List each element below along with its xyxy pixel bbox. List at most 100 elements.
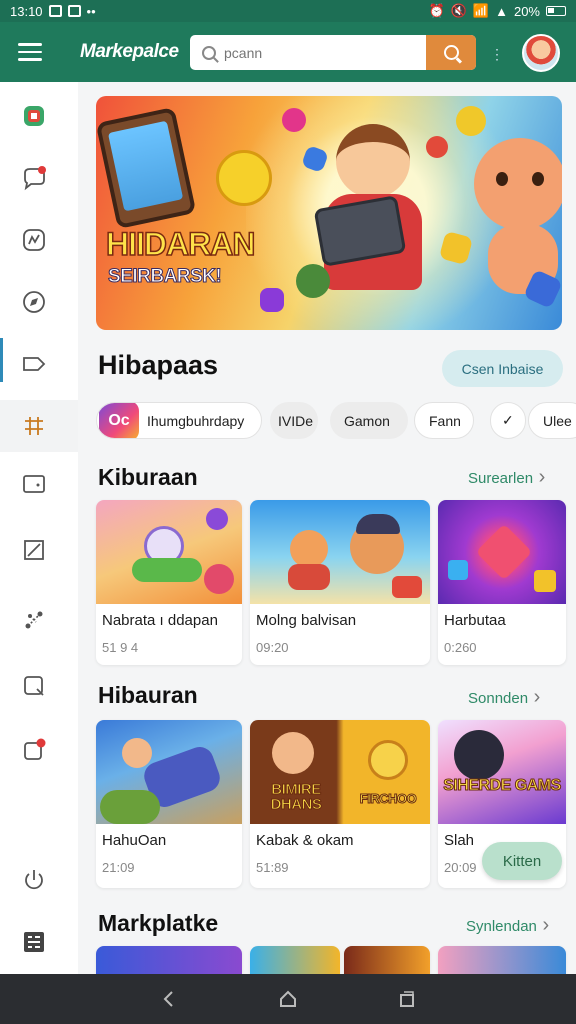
status-bar: 13:10 •• ⏰ 🔇 📶 ▲ 20% <box>0 0 576 22</box>
game-thumbnail <box>96 946 242 974</box>
game-thumbnail <box>250 946 340 974</box>
sidebar <box>0 82 78 974</box>
app-title: Markepalce <box>80 41 179 62</box>
chip-category[interactable]: Ulee <box>528 402 576 439</box>
sidebar-item-tags[interactable] <box>14 344 54 384</box>
sidebar-item-categories[interactable] <box>14 406 54 446</box>
hero-banner[interactable]: HIIDARAN SEIRBARSK! <box>96 96 562 330</box>
game-card[interactable]: Nabrata ı ddapan 51 9 4 <box>96 500 242 665</box>
hero-subtitle: SEIRBARSK! <box>107 266 222 288</box>
game-thumbnail <box>438 946 566 974</box>
sidebar-item-edit[interactable] <box>14 530 54 570</box>
mute-icon: 🔇 <box>450 3 467 18</box>
game-card[interactable]: Molng balvisan 09:20 <box>250 500 430 665</box>
game-card[interactable] <box>438 946 566 974</box>
chip-check[interactable]: ✓ <box>490 402 526 439</box>
more-options-icon[interactable]: ⋮ <box>490 46 504 63</box>
more-notifications-icon: •• <box>86 3 96 19</box>
game-meta: 21:09 <box>102 860 135 875</box>
game-thumbnail <box>250 500 430 604</box>
chick-character <box>216 150 272 206</box>
sidebar-active-indicator <box>0 338 3 382</box>
grid-icon <box>25 417 43 435</box>
row-see-more-link[interactable]: Synlendan <box>466 914 549 937</box>
tag-icon <box>23 357 46 371</box>
battery-icon <box>546 6 566 16</box>
sidebar-item-wallet[interactable] <box>14 464 54 504</box>
home-icon <box>279 990 296 1007</box>
thumbnail-text: FIRCHOO <box>359 791 417 806</box>
menu-icon <box>18 43 42 46</box>
back-button[interactable] <box>154 984 184 1014</box>
menu-button[interactable] <box>18 35 52 69</box>
game-card[interactable]: HahuOan 21:09 <box>96 720 242 888</box>
sidebar-item-explore[interactable] <box>14 282 54 322</box>
sidebar-item-notifications[interactable] <box>14 730 54 770</box>
chip-category[interactable]: Gamon <box>330 402 408 439</box>
game-card[interactable] <box>250 946 340 974</box>
game-meta: 51:89 <box>256 860 289 875</box>
game-name: Harbutaa <box>444 612 506 629</box>
game-meta: 51 9 4 <box>102 640 139 655</box>
game-card[interactable] <box>344 946 430 974</box>
row-see-more-link[interactable]: Sonnden <box>468 686 540 709</box>
section-title: Hibapaas <box>98 350 219 380</box>
row-title: Kiburaan <box>98 464 198 490</box>
thumbnail-text: SIHERDE GAMS <box>443 777 562 794</box>
compass-icon <box>23 291 45 313</box>
power-icon <box>25 870 43 890</box>
search-input[interactable] <box>224 44 434 61</box>
sidebar-item-bookmark[interactable] <box>14 666 54 706</box>
share-icon <box>25 611 43 629</box>
app-bar: Markepalce ⋮ <box>0 22 576 82</box>
recents-icon <box>399 991 414 1007</box>
store-icon <box>24 106 44 126</box>
chip-category[interactable]: Oc Ihumgbuhrdapy <box>96 402 262 439</box>
game-meta: 09:20 <box>256 640 289 655</box>
sidebar-item-chat[interactable] <box>14 158 54 198</box>
chip-category[interactable]: Fann <box>414 402 474 439</box>
gallery-notification-icon <box>48 5 62 17</box>
battery-percent: 20% <box>513 3 540 19</box>
game-name: Kabak & okam <box>256 832 354 849</box>
game-name: HahuOan <box>102 832 167 849</box>
game-thumbnail <box>438 500 566 604</box>
wallet-icon <box>23 475 45 493</box>
game-name: Molng balvisan <box>256 612 357 629</box>
game-card[interactable]: BIMIRE DHANS FIRCHOO Kabak & okam 51:89 <box>250 720 430 888</box>
sidebar-item-qr[interactable] <box>14 922 54 962</box>
recents-button[interactable] <box>392 984 422 1014</box>
thumbnail-text: BIMIRE DHANS <box>270 781 322 813</box>
game-name: Nabrata ı ddapan <box>102 612 218 629</box>
hero-title: HIIDARAN <box>105 225 256 263</box>
floating-action-button[interactable]: Kitten <box>482 842 562 880</box>
sidebar-item-share[interactable] <box>14 600 54 640</box>
alarm-icon: ⏰ <box>428 3 445 18</box>
sidebar-item-store[interactable] <box>14 96 54 136</box>
sidebar-item-power[interactable] <box>14 860 54 900</box>
kid-character <box>336 124 410 198</box>
signal-icon: ▲ <box>495 3 508 19</box>
see-all-button[interactable]: Csen Inbaise <box>442 350 563 387</box>
game-thumbnail: SIHERDE GAMS <box>438 720 566 824</box>
game-name: Slah <box>444 832 475 849</box>
edit-icon <box>24 540 44 560</box>
sidebar-item-analytics[interactable] <box>14 220 54 260</box>
chat-icon <box>24 166 46 191</box>
row-see-more-link[interactable]: Surearlen <box>468 466 545 489</box>
home-button[interactable] <box>273 984 303 1014</box>
bookmark-icon <box>24 676 44 696</box>
game-thumbnail <box>96 720 242 824</box>
search-bar[interactable] <box>190 35 476 70</box>
game-meta: 0:260 <box>444 640 477 655</box>
game-card[interactable]: Harbutaa 0:260 <box>438 500 566 665</box>
category-chips: Oc Ihumgbuhrdapy IVIDe Gamon Fann ✓ Ulee <box>96 402 576 442</box>
chip-category[interactable]: IVIDe <box>270 402 318 439</box>
avatar[interactable] <box>522 34 560 72</box>
system-nav-bar <box>0 974 576 1024</box>
bear-character <box>474 138 562 230</box>
game-card[interactable] <box>96 946 242 974</box>
category-app-icon: Oc <box>99 403 139 438</box>
analytics-icon <box>23 229 45 251</box>
search-button[interactable] <box>426 35 476 70</box>
